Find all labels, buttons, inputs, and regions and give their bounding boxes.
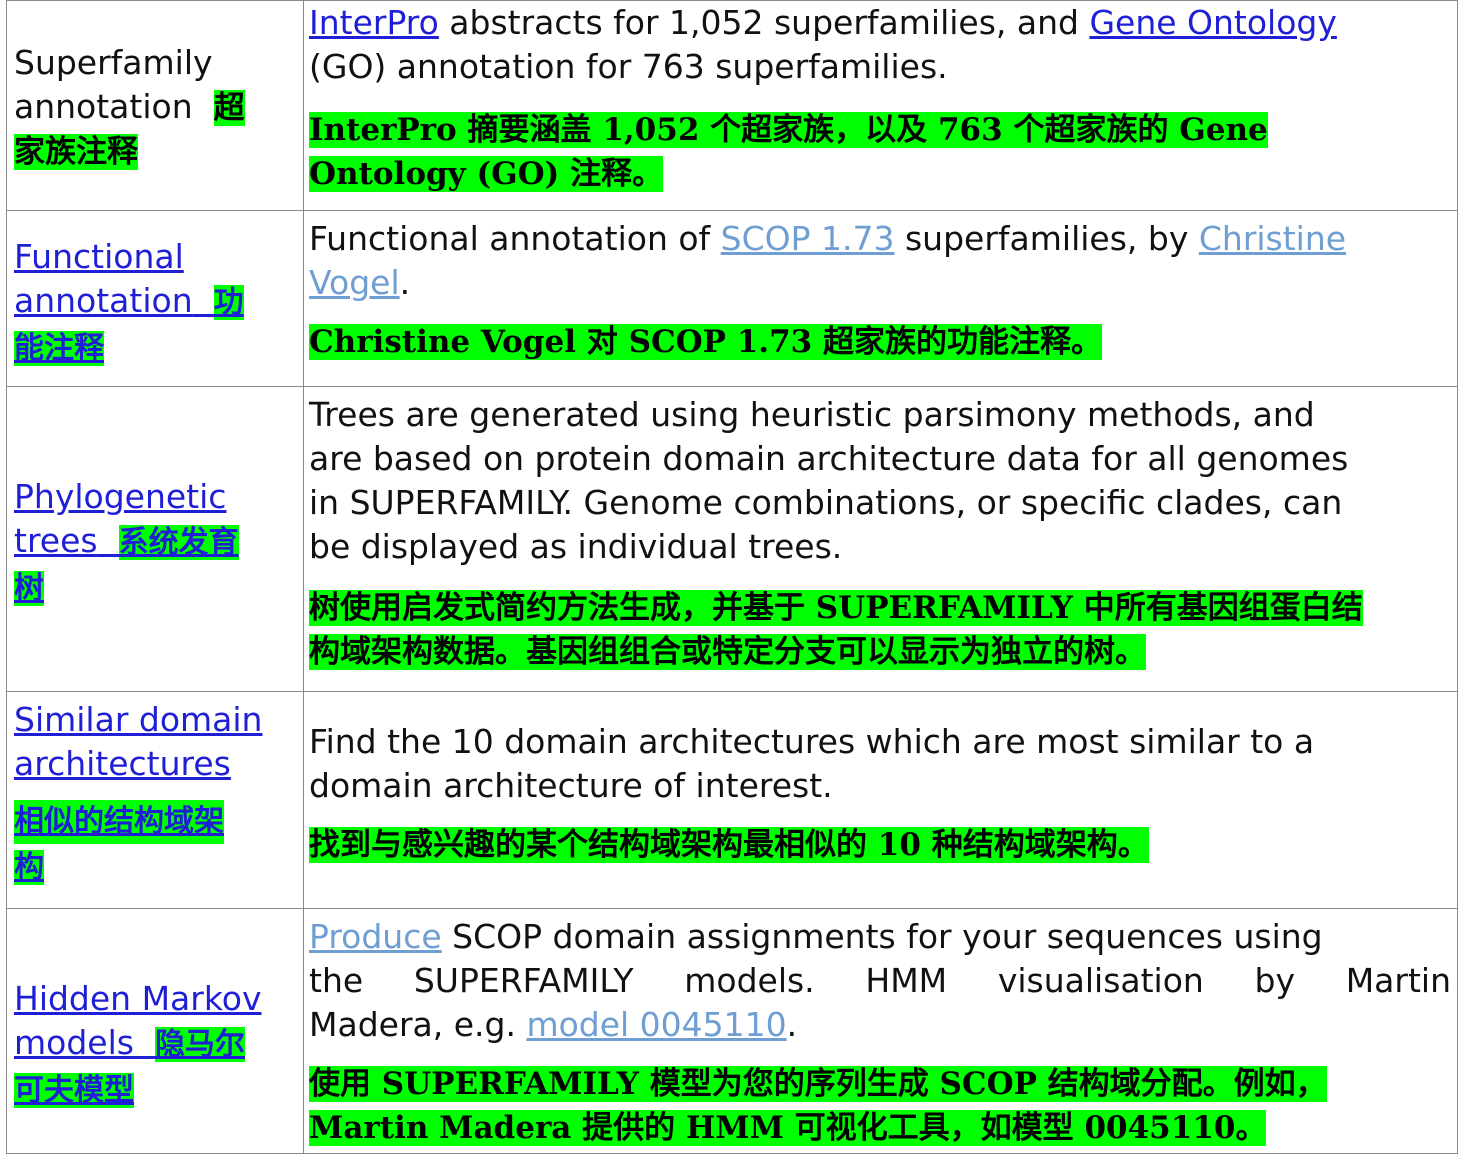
link-text: Christine (1198, 219, 1347, 258)
functional-annotation-link[interactable]: Functional annotation 功 能注释 (14, 237, 244, 366)
zh-line: 找到与感兴趣的某个结构域架构最相似的 10 种结构域架构。 (309, 827, 1149, 863)
desc-text: superfamilies, by (894, 219, 1199, 258)
desc-text: SCOP domain assignments for your sequenc… (441, 917, 1323, 956)
desc-line: Trees are generated using heuristic pars… (309, 395, 1315, 434)
row-desc-cell: Trees are generated using heuristic pars… (304, 387, 1457, 692)
desc-paragraph: Produce SCOP domain assignments for your… (309, 915, 1451, 959)
row-label-cell: Phylogenetic trees 系统发育 树 (7, 387, 304, 692)
table-row: Similar domain architectures 相似的结构域架 构 F… (6, 691, 1458, 909)
zh-translation: 树使用启发式简约方法生成，并基于 SUPERFAMILY 中所有基因组蛋白结 构… (309, 585, 1451, 673)
row-desc-cell: InterPro abstracts for 1,052 superfamili… (304, 1, 1457, 211)
zh-line: Ontology (GO) 注释。 (309, 156, 664, 192)
desc-text: . (399, 263, 411, 302)
desc-line: in SUPERFAMILY. Genome combinations, or … (309, 483, 1343, 522)
desc-paragraph: the SUPERFAMILY models. HMM visualisatio… (309, 959, 1451, 1003)
label-text: architectures (14, 744, 231, 783)
label-zh: 树 (14, 571, 44, 606)
label-zh: 构 (14, 850, 44, 885)
label-zh: 功 (213, 285, 244, 320)
desc-text: abstracts for 1,052 superfamilies, and (438, 3, 1090, 42)
row-desc-cell: Functional annotation of SCOP 1.73 super… (304, 211, 1457, 387)
label-zh: 可夫模型 (14, 1073, 134, 1108)
row-desc-cell: Find the 10 domain architectures which a… (304, 692, 1457, 909)
label-zh: 超 (213, 90, 245, 126)
desc-line: be displayed as individual trees. (309, 527, 843, 566)
row-label: Hidden Markov models 隐马尔 可夫模型 (14, 977, 284, 1113)
zh-translation: 找到与感兴趣的某个结构域架构最相似的 10 种结构域架构。 (309, 822, 1451, 866)
desc-text: . (786, 1005, 798, 1044)
row-label: Functional annotation 功 能注释 (14, 235, 284, 371)
label-text: annotation (14, 87, 193, 126)
zh-line: 构域架构数据。基因组组合或特定分支可以显示为独立的树。 (309, 634, 1146, 670)
label-zh: 家族注释 (14, 134, 138, 170)
zh-line: 使用 SUPERFAMILY 模型为您的序列生成 SCOP 结构域分配。例如， (309, 1066, 1327, 1102)
label-text: Functional (14, 237, 184, 276)
row-desc-cell: Produce SCOP domain assignments for your… (304, 909, 1457, 1153)
zh-line: Martin Madera 提供的 HMM 可视化工具，如模型 0045110。 (309, 1110, 1267, 1146)
row-desc: Find the 10 domain architectures which a… (309, 720, 1451, 866)
label-text: Phylogenetic (14, 477, 227, 516)
row-label-cell: Superfamily annotation 超 家族注释 (7, 1, 304, 211)
zh-translation: 使用 SUPERFAMILY 模型为您的序列生成 SCOP 结构域分配。例如， … (309, 1061, 1451, 1149)
zh-translation: InterPro 摘要涵盖 1,052 个超家族，以及 763 个超家族的 Ge… (309, 107, 1451, 195)
row-desc: Trees are generated using heuristic pars… (309, 393, 1451, 673)
desc-text: Madera, e.g. (309, 1005, 527, 1044)
label-zh: 隐马尔 (154, 1027, 245, 1062)
link-text: Vogel (309, 263, 400, 302)
zh-line: Christine Vogel 对 SCOP 1.73 超家族的功能注释。 (309, 324, 1103, 360)
hidden-markov-models-link[interactable]: Hidden Markov models 隐马尔 可夫模型 (14, 979, 262, 1108)
row-label-cell: Hidden Markov models 隐马尔 可夫模型 (7, 909, 304, 1153)
label-zh: 能注释 (14, 331, 104, 366)
desc-text: Functional annotation of (309, 219, 721, 258)
produce-link[interactable]: Produce (309, 917, 442, 956)
row-desc: Produce SCOP domain assignments for your… (309, 915, 1451, 1149)
desc-line: are based on protein domain architecture… (309, 439, 1349, 478)
scop-link[interactable]: SCOP 1.73 (721, 219, 895, 258)
label-zh: 系统发育 (118, 525, 239, 560)
zh-translation: Christine Vogel 对 SCOP 1.73 超家族的功能注释。 (309, 319, 1451, 363)
row-label: Similar domain architectures 相似的结构域架 构 (14, 698, 284, 890)
interpro-link[interactable]: InterPro (309, 3, 439, 42)
row-label-cell: Similar domain architectures 相似的结构域架 构 (7, 692, 304, 909)
desc-text: (GO) annotation for 763 superfamilies. (309, 47, 948, 86)
model-0045110-link[interactable]: model 0045110 (526, 1005, 786, 1044)
desc-line: Find the 10 domain architectures which a… (309, 722, 1315, 761)
label-text: models (14, 1023, 134, 1062)
table-row: Hidden Markov models 隐马尔 可夫模型 Produce SC… (6, 908, 1458, 1154)
table-row: Phylogenetic trees 系统发育 树 Trees are gene… (6, 386, 1458, 692)
desc-paragraph: Madera, e.g. model 0045110. (309, 1003, 1451, 1047)
gene-ontology-link[interactable]: Gene Ontology (1089, 3, 1336, 42)
desc-line: domain architecture of interest. (309, 766, 833, 805)
row-label: Phylogenetic trees 系统发育 树 (14, 475, 284, 611)
row-desc: InterPro abstracts for 1,052 superfamili… (309, 1, 1451, 195)
label-text: annotation (14, 281, 193, 320)
label-text: Superfamily (14, 43, 213, 82)
table-row: Functional annotation 功 能注释 Functional a… (6, 210, 1458, 387)
similar-domain-architectures-link[interactable]: Similar domain architectures 相似的结构域架 构 (14, 700, 262, 885)
label-zh: 相似的结构域架 (14, 800, 224, 844)
row-label: Superfamily annotation 超 家族注释 (14, 41, 284, 173)
zh-line: InterPro 摘要涵盖 1,052 个超家族，以及 763 个超家族的 Ge… (309, 112, 1268, 148)
table-row: Superfamily annotation 超 家族注释 InterPro a… (6, 0, 1458, 211)
row-label-cell: Functional annotation 功 能注释 (7, 211, 304, 387)
label-text: trees (14, 521, 98, 560)
desc-text: the SUPERFAMILY models. HMM visualisatio… (309, 961, 1451, 1000)
label-text: Similar domain (14, 700, 263, 739)
zh-line: 树使用启发式简约方法生成，并基于 SUPERFAMILY 中所有基因组蛋白结 (309, 590, 1363, 626)
label-text: Hidden Markov (14, 979, 262, 1018)
phylogenetic-trees-link[interactable]: Phylogenetic trees 系统发育 树 (14, 477, 239, 606)
row-desc: Functional annotation of SCOP 1.73 super… (309, 217, 1451, 363)
